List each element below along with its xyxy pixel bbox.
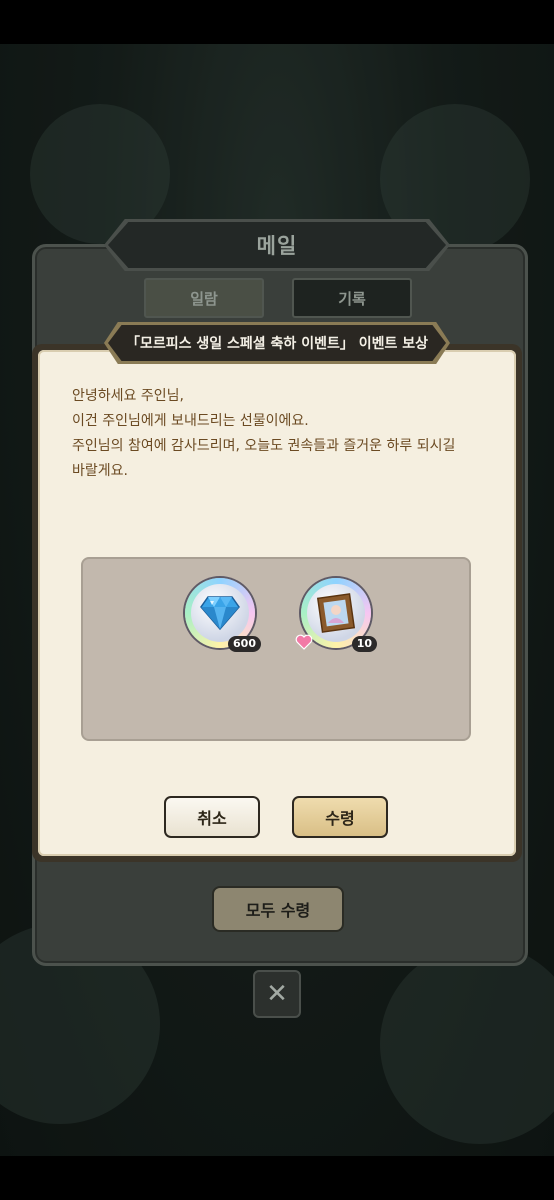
dialog-message: 안녕하세요 주인님, 이건 주인님에게 보내드리는 선물이에요. 주인님의 참여… bbox=[72, 384, 492, 484]
message-line: 주인님의 참여에 감사드리며, 오늘도 권속들과 즐거운 하루 되시길 bbox=[72, 438, 456, 454]
reward-count: 10 bbox=[351, 636, 377, 652]
receive-button[interactable]: 수령 bbox=[292, 796, 388, 838]
tab-history[interactable]: 기록 bbox=[292, 278, 412, 318]
cancel-button[interactable]: 취소 bbox=[164, 796, 260, 838]
mail-title-plate: 메일 bbox=[108, 222, 446, 268]
reward-item-portrait[interactable]: 10 bbox=[295, 578, 377, 652]
message-line: 바랄게요. bbox=[72, 463, 128, 479]
claim-all-button[interactable]: 모두 수령 bbox=[212, 886, 344, 932]
close-button[interactable]: ✕ bbox=[253, 970, 301, 1018]
diamond-gem-icon bbox=[200, 596, 240, 631]
reward-box: 600 10 bbox=[81, 557, 471, 741]
tab-list[interactable]: 일람 bbox=[144, 278, 264, 318]
reward-count: 600 bbox=[228, 636, 261, 652]
portrait-frame-icon bbox=[317, 593, 355, 633]
message-line: 안녕하세요 주인님, bbox=[72, 388, 184, 404]
close-icon: ✕ bbox=[266, 979, 288, 1009]
reward-item-diamond[interactable]: 600 bbox=[185, 578, 261, 652]
message-line: 이건 주인님에게 보내드리는 선물이에요. bbox=[72, 413, 309, 429]
dialog-title: 「모르피스 생일 스페셜 축하 이벤트」 이벤트 보상 bbox=[126, 336, 428, 352]
dialog-title-plate: 「모르피스 생일 스페셜 축하 이벤트」 이벤트 보상 bbox=[108, 325, 446, 361]
heart-icon bbox=[295, 634, 313, 650]
mail-title: 메일 bbox=[256, 234, 298, 258]
